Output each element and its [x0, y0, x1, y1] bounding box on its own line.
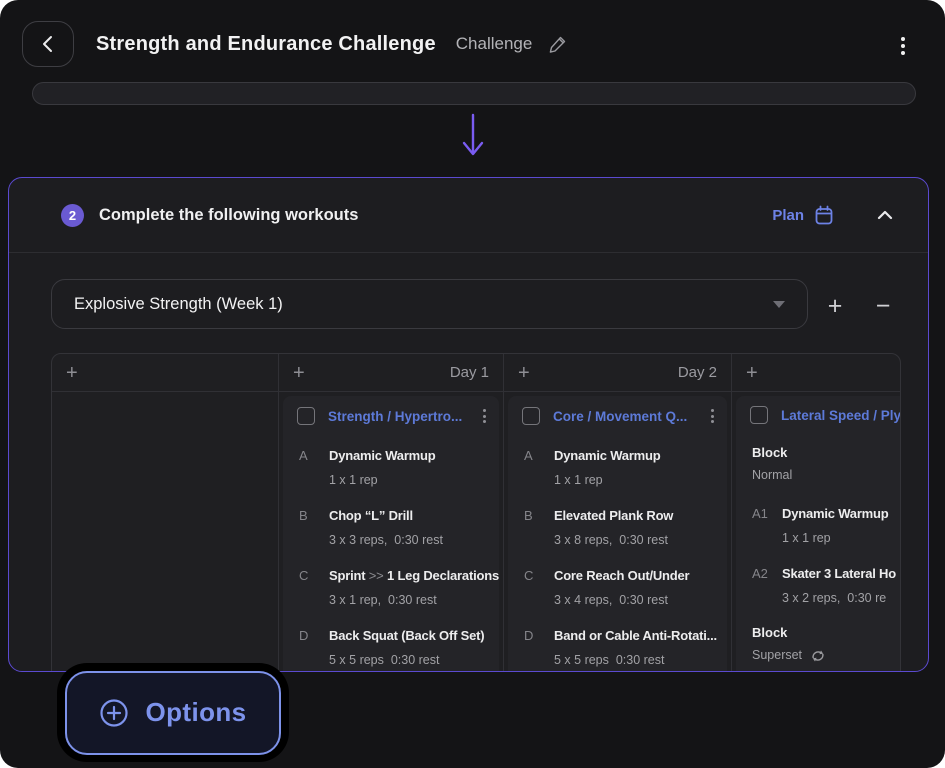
header: Strength and Endurance Challenge Challen… [0, 0, 945, 88]
superset-loop-icon [810, 649, 826, 663]
week-select-value: Explosive Strength (Week 1) [74, 295, 773, 314]
exercise-row[interactable]: A Dynamic Warmup 1 x 1 rep [524, 447, 727, 485]
calendar-icon [814, 205, 834, 226]
app-window: Strength and Endurance Challenge Challen… [0, 0, 945, 768]
exercise-detail: 3 x 8 reps, 0:30 rest [554, 533, 673, 548]
day-label: Day 1 [450, 364, 489, 381]
day-label: Day 2 [678, 364, 717, 381]
exercise-row[interactable]: B Chop “L” Drill 3 x 3 reps, 0:30 rest [299, 507, 499, 545]
workout-card: Lateral Speed / Ply Block Normal A1 Dyna… [736, 396, 901, 672]
collapse-chevron-up-icon[interactable] [876, 209, 894, 221]
exercise-detail: 5 x 5 reps 0:30 rest [554, 653, 717, 668]
exercise-name: Back Squat (Back Off Set) [329, 628, 484, 643]
add-workout-icon[interactable]: + [66, 363, 78, 383]
exercise-detail: 3 x 2 reps, 0:30 re [782, 591, 896, 606]
caret-down-icon [773, 301, 785, 308]
exercise-name: Chop “L” Drill [329, 508, 413, 523]
exercise-name: Sprint >> 1 Leg Declarations [329, 568, 499, 583]
planner-column-day3: + Lateral Speed / Ply Block [732, 354, 901, 672]
exercise-detail: 1 x 1 rep [554, 473, 661, 488]
exercise-row[interactable]: D Band or Cable Anti-Rotati... 5 x 5 rep… [524, 627, 727, 665]
options-button[interactable]: Options [65, 671, 281, 755]
planner-column-day2: + Day 2 Core / Movement Q... [504, 354, 732, 672]
flow-down-arrow-icon [459, 112, 487, 165]
exercise-row[interactable]: C Core Reach Out/Under 3 x 4 reps, 0:30 … [524, 567, 727, 605]
back-button[interactable] [22, 21, 74, 67]
chevron-left-icon [41, 35, 55, 53]
step-header: 2 Complete the following workouts Plan [9, 178, 928, 253]
exercise-row[interactable]: A Dynamic Warmup 1 x 1 rep [299, 447, 499, 485]
workout-title[interactable]: Lateral Speed / Ply [781, 408, 901, 423]
workout-checkbox[interactable] [297, 407, 315, 425]
planner-grid: + + Day 1 Strength [51, 353, 901, 672]
edit-pencil-icon[interactable] [548, 34, 568, 54]
exercise-detail: 5 x 5 reps 0:30 rest [329, 653, 484, 668]
week-select[interactable]: Explosive Strength (Week 1) [51, 279, 808, 329]
exercise-name: Dynamic Warmup [554, 448, 661, 463]
workout-menu-icon[interactable] [708, 406, 717, 426]
exercise-detail: 3 x 4 reps, 0:30 rest [554, 593, 689, 608]
circle-plus-icon [99, 698, 129, 728]
exercise-row[interactable]: A2 Skater 3 Lateral Ho 3 x 2 reps, 0:30 … [752, 565, 901, 603]
workout-menu-icon[interactable] [480, 406, 489, 426]
step-title: Complete the following workouts [99, 206, 772, 225]
exercise-name: Band or Cable Anti-Rotati... [554, 628, 717, 643]
exercise-name: Dynamic Warmup [329, 448, 436, 463]
add-workout-icon[interactable]: + [746, 363, 758, 383]
exercise-name: Dynamic Warmup [782, 506, 889, 521]
workout-card: Core / Movement Q... A Dynamic Warmup 1 … [508, 396, 727, 672]
workout-card: Strength / Hypertro... A Dynamic Warmup … [283, 396, 499, 672]
exercise-detail: 3 x 3 reps, 0:30 rest [329, 533, 443, 548]
remove-week-button[interactable]: − [865, 288, 901, 324]
exercise-row[interactable]: D Back Squat (Back Off Set) 5 x 5 reps 0… [299, 627, 499, 665]
plan-button[interactable]: Plan [772, 205, 834, 226]
exercise-detail: 3 x 1 rep, 0:30 rest [329, 593, 499, 608]
exercise-row[interactable]: A1 Dynamic Warmup 1 x 1 rep [752, 505, 901, 543]
collapsed-step-card[interactable] [32, 82, 916, 105]
workout-title[interactable]: Core / Movement Q... [553, 409, 708, 424]
exercise-name: Skater 3 Lateral Ho [782, 566, 896, 581]
exercise-row[interactable]: C Sprint >> 1 Leg Declarations 3 x 1 rep… [299, 567, 499, 605]
exercise-name: Elevated Plank Row [554, 508, 673, 523]
planner-column-day1: + Day 1 Strength / Hypertro... [279, 354, 504, 672]
exercise-row[interactable]: B Elevated Plank Row 3 x 8 reps, 0:30 re… [524, 507, 727, 545]
plan-label: Plan [772, 207, 804, 224]
empty-day-cell [52, 392, 278, 672]
exercise-name: Core Reach Out/Under [554, 568, 689, 583]
page-title: Strength and Endurance Challenge [96, 33, 436, 56]
block-header: Block Normal [752, 445, 901, 483]
block-header: Block Superset [752, 625, 901, 663]
options-highlight-ring: Options [57, 663, 289, 762]
workout-title[interactable]: Strength / Hypertro... [328, 409, 480, 424]
step-number-badge: 2 [61, 204, 84, 227]
add-workout-icon[interactable]: + [518, 363, 530, 383]
add-week-button[interactable]: + [817, 288, 853, 324]
workout-checkbox[interactable] [522, 407, 540, 425]
options-label: Options [145, 697, 246, 728]
overflow-menu-icon[interactable] [897, 33, 909, 59]
add-workout-icon[interactable]: + [293, 363, 305, 383]
step-card: 2 Complete the following workouts Plan E… [8, 177, 929, 672]
page-subtitle: Challenge [456, 34, 533, 54]
exercise-detail: 1 x 1 rep [782, 531, 889, 546]
planner-column-empty: + [52, 354, 279, 672]
workout-checkbox[interactable] [750, 406, 768, 424]
exercise-detail: 1 x 1 rep [329, 473, 436, 488]
